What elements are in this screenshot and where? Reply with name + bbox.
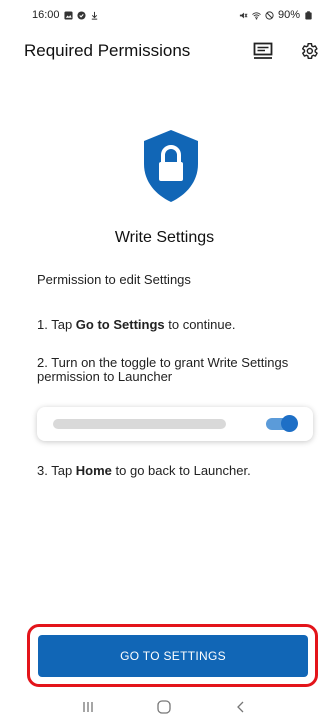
do-not-disturb-icon	[265, 10, 274, 20]
battery-icon	[305, 10, 312, 20]
step-1-prefix: 1. Tap	[37, 317, 76, 332]
tray-icon	[253, 42, 273, 59]
status-left: 16:00	[32, 9, 99, 21]
recents-icon	[83, 702, 93, 712]
step-3: 3. Tap Home to go back to Launcher.	[37, 463, 251, 478]
gallery-icon	[63, 10, 73, 20]
step-1-suffix: to continue.	[164, 317, 236, 332]
step-1: 1. Tap Go to Settings to continue.	[37, 317, 235, 332]
step-1-bold: Go to Settings	[75, 317, 165, 332]
step-3-suffix: to go back to Launcher.	[111, 463, 251, 478]
permission-title: Write Settings	[114, 229, 215, 246]
header-actions	[251, 39, 321, 63]
back-button[interactable]	[229, 697, 253, 717]
settings-button[interactable]	[297, 39, 321, 63]
status-right: 90%	[239, 9, 313, 21]
step-3-bold: Home	[75, 463, 112, 478]
wifi-icon	[252, 11, 261, 20]
permission-description: Permission to edit Settings	[37, 272, 191, 287]
setting-placeholder-bar	[53, 419, 226, 429]
toggle-illustration	[37, 407, 313, 441]
back-icon	[236, 701, 244, 713]
system-nav-bar	[0, 692, 329, 722]
home-button[interactable]	[152, 697, 176, 717]
mute-icon	[239, 12, 248, 18]
gear-icon	[301, 42, 318, 60]
status-time: 16:00	[32, 9, 60, 21]
step-2: 2. Turn on the toggle to grant Write Set…	[37, 355, 289, 384]
page-title: Required Permissions	[24, 41, 191, 60]
home-icon	[157, 700, 172, 714]
go-to-settings-button[interactable]: GO TO SETTINGS	[38, 635, 308, 677]
step-3-prefix: 3. Tap	[37, 463, 76, 478]
download-icon	[91, 11, 97, 20]
battery-percent: 90%	[277, 9, 300, 21]
lock-shield-icon	[144, 130, 198, 202]
app-header: Required Permissions	[0, 36, 329, 66]
toggle-knob	[281, 415, 298, 432]
recents-button[interactable]	[76, 697, 100, 717]
tray-button[interactable]	[251, 39, 275, 63]
status-bar: 16:00 90%	[0, 0, 329, 30]
check-circle-icon	[76, 10, 86, 20]
